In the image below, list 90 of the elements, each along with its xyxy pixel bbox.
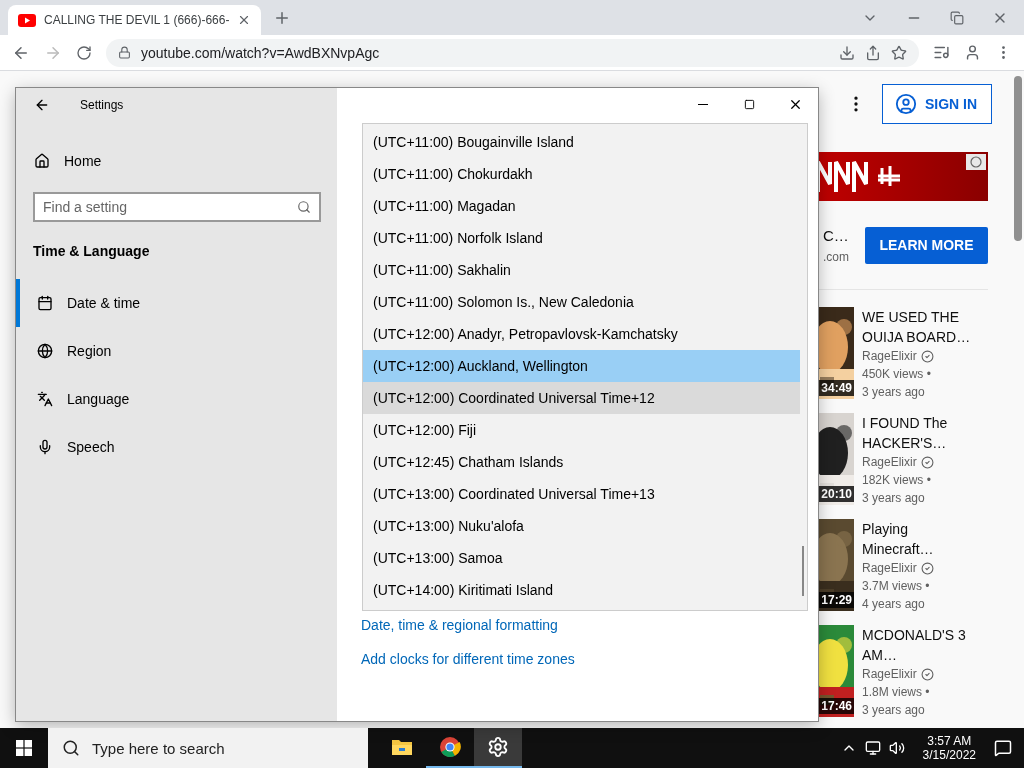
time-zone-option[interactable]: (UTC+13:00) Samoa — [363, 542, 800, 574]
time-zone-option[interactable]: (UTC+11:00) Sakhalin — [363, 254, 800, 286]
time-zone-option[interactable]: (UTC+12:00) Fiji — [363, 414, 800, 446]
channel-name[interactable]: RageElixir — [862, 453, 917, 471]
duration-badge: 17:46 — [819, 698, 854, 714]
download-icon[interactable] — [839, 44, 855, 61]
tab-title: CALLING THE DEVIL 1 (666)-666- — [44, 13, 230, 27]
scrollbar-thumb[interactable] — [802, 546, 804, 596]
folder-icon — [391, 738, 413, 756]
section-heading: Time & Language — [32, 242, 151, 261]
globe-icon — [37, 343, 53, 359]
verified-icon — [920, 561, 934, 575]
language-icon — [37, 391, 53, 407]
time-zone-option[interactable]: (UTC+11:00) Solomon Is., New Caledonia — [363, 286, 800, 318]
settings-icon — [487, 736, 509, 758]
time-zone-option[interactable]: (UTC+11:00) Bougainville Island — [363, 126, 800, 158]
duration-badge: 34:49 — [819, 380, 854, 396]
restore-icon[interactable] — [950, 9, 964, 26]
time-zone-option[interactable]: (UTC+12:00) Anadyr, Petropavlovsk-Kamchatsky — [363, 318, 800, 350]
video-title[interactable]: WE USED THE OUIJA BOARD… — [862, 307, 982, 347]
time-zone-option[interactable]: (UTC+14:00) Kiritimati Island — [363, 574, 800, 606]
windows-logo-icon — [16, 740, 32, 756]
nav-item[interactable]: Language — [16, 375, 337, 423]
time-zone-option[interactable]: (UTC+13:00) Nuku'alofa — [363, 510, 800, 542]
channel-name[interactable]: RageElixir — [862, 559, 917, 577]
channel-name[interactable]: RageElixir — [862, 665, 917, 683]
time-zone-option[interactable]: (UTC+13:00) Coordinated Universal Time+13 — [363, 478, 800, 510]
share-icon[interactable] — [865, 44, 881, 61]
verified-icon — [920, 667, 934, 681]
upload-age: 3 years ago — [862, 490, 926, 507]
verified-icon — [920, 455, 934, 469]
time-zone-option[interactable]: (UTC+12:45) Chatham Islands — [363, 446, 800, 478]
nav-item[interactable]: Region — [16, 327, 337, 375]
maximize-icon — [743, 99, 755, 110]
lock-icon — [118, 46, 131, 59]
clock-date[interactable]: 3/15/2022 — [922, 748, 976, 762]
duration-badge: 20:10 — [819, 486, 854, 502]
duration-badge: 17:29 — [819, 592, 854, 608]
reload-icon[interactable] — [76, 44, 92, 61]
view-count: 450K views • — [862, 366, 932, 383]
nav-item[interactable]: Date & time — [16, 279, 337, 327]
taskbar-search-field[interactable]: Type here to search — [48, 728, 368, 768]
video-title[interactable]: Playing Minecraft… — [862, 519, 982, 559]
upload-age: 4 years ago — [862, 596, 926, 613]
search-icon — [62, 739, 80, 757]
play-logo-icon — [18, 13, 36, 27]
view-count: 1.8M views • — [862, 684, 931, 701]
upload-age: 3 years ago — [862, 384, 926, 401]
sign-in-button[interactable]: SIGN IN — [882, 84, 992, 124]
learn-more-button[interactable]: LEARN MORE — [865, 226, 988, 264]
profile-icon[interactable] — [964, 44, 981, 61]
time-zone-option[interactable]: (UTC+11:00) Magadan — [363, 190, 800, 222]
url-text: youtube.com/watch?v=AwdBXNvpAgc — [141, 44, 381, 61]
search-icon — [297, 200, 311, 214]
nav-item[interactable]: Speech — [16, 423, 337, 471]
browser-tab[interactable]: CALLING THE DEVIL 1 (666)-666- — [8, 5, 262, 35]
address-bar[interactable]: youtube.com/watch?v=AwdBXNvpAgc — [106, 38, 919, 67]
channel-name[interactable]: RageElixir — [862, 347, 917, 365]
notification-icon[interactable] — [994, 739, 1012, 757]
chrome-icon — [439, 736, 461, 758]
home-item[interactable]: Home — [16, 140, 337, 182]
ad-title: C… — [823, 226, 850, 244]
network-icon[interactable] — [864, 740, 881, 756]
view-count: 3.7M views • — [862, 578, 931, 595]
view-count: 182K views • — [862, 472, 932, 489]
time-zone-option[interactable]: (UTC+11:00) Norfolk Island — [363, 222, 800, 254]
time-zone-option[interactable]: (UTC+12:00) Coordinated Universal Time+12 — [363, 382, 800, 414]
video-title[interactable]: MCDONALD'S 3 AM… — [862, 625, 982, 665]
star-icon[interactable] — [891, 44, 907, 61]
back-icon[interactable] — [34, 97, 50, 113]
taskbar-app[interactable] — [474, 728, 522, 768]
microphone-icon — [37, 439, 53, 455]
volume-icon[interactable] — [888, 740, 905, 756]
calendar-icon — [37, 295, 53, 311]
home-icon — [34, 153, 50, 169]
ad-domain: .com — [823, 249, 850, 264]
time-zone-option[interactable]: (UTC+11:00) Chokurdakh — [363, 158, 800, 190]
time-zone-option[interactable]: (UTC+12:00) Auckland, Wellington — [363, 350, 800, 382]
minimize-icon — [698, 104, 708, 105]
upload-age: 3 years ago — [862, 702, 926, 719]
playlist-icon[interactable] — [933, 44, 950, 61]
verified-icon — [920, 349, 934, 363]
search-field[interactable]: Find a setting — [33, 192, 321, 222]
settings-link[interactable]: Date, time & regional formatting — [361, 617, 818, 633]
user-icon — [895, 93, 917, 115]
scrollbar-thumb[interactable] — [1014, 76, 1022, 241]
clock-time[interactable]: 3:57 AM — [927, 734, 972, 748]
settings-link[interactable]: Add clocks for different time zones — [361, 651, 818, 667]
window-title: Settings — [80, 98, 124, 112]
video-title[interactable]: I FOUND The HACKER'S… — [862, 413, 982, 453]
